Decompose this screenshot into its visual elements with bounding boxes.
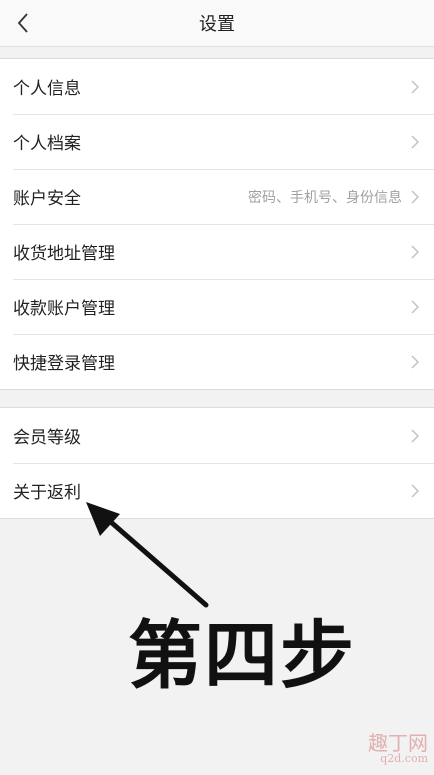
settings-group-account: 个人信息 个人档案 账户安全 密码、手机号、身份信息 收货地址管理 收款账户管理… bbox=[0, 58, 434, 390]
chevron-right-icon bbox=[411, 245, 420, 259]
annotation-step-label: 第四步 bbox=[128, 613, 356, 699]
nav-bar: 设置 bbox=[0, 0, 434, 47]
settings-item-quick-login[interactable]: 快捷登录管理 bbox=[0, 334, 434, 389]
watermark-name: 趣丁网 bbox=[368, 731, 428, 755]
settings-item-label: 个人信息 bbox=[13, 79, 81, 99]
chevron-right-icon bbox=[411, 300, 420, 314]
settings-item-personal-info[interactable]: 个人信息 bbox=[0, 59, 434, 114]
settings-group-misc: 会员等级 关于返利 bbox=[0, 407, 434, 519]
page-title: 设置 bbox=[199, 14, 235, 35]
settings-item-label: 收货地址管理 bbox=[13, 244, 115, 264]
chevron-right-icon bbox=[411, 484, 420, 498]
settings-item-label: 会员等级 bbox=[13, 428, 81, 448]
settings-item-label: 快捷登录管理 bbox=[13, 354, 115, 374]
chevron-right-icon bbox=[411, 429, 420, 443]
settings-item-label: 个人档案 bbox=[13, 134, 81, 154]
settings-item-hint: 密码、手机号、身份信息 bbox=[248, 189, 402, 206]
settings-item-payout-account[interactable]: 收款账户管理 bbox=[0, 279, 434, 334]
chevron-right-icon bbox=[411, 80, 420, 94]
settings-item-label: 收款账户管理 bbox=[13, 299, 115, 319]
settings-item-shipping-address[interactable]: 收货地址管理 bbox=[0, 224, 434, 279]
settings-item-about-fanli[interactable]: 关于返利 bbox=[0, 463, 434, 518]
chevron-right-icon bbox=[411, 135, 420, 149]
settings-item-label: 关于返利 bbox=[13, 483, 81, 503]
settings-item-label: 账户安全 bbox=[13, 189, 81, 209]
chevron-left-icon bbox=[17, 13, 28, 33]
settings-item-member-level[interactable]: 会员等级 bbox=[0, 408, 434, 463]
chevron-right-icon bbox=[411, 190, 420, 204]
watermark: 趣丁网 q2d.com bbox=[368, 733, 428, 765]
settings-item-account-security[interactable]: 账户安全 密码、手机号、身份信息 bbox=[0, 169, 434, 224]
chevron-right-icon bbox=[411, 355, 420, 369]
back-button[interactable] bbox=[6, 6, 40, 40]
settings-item-personal-profile[interactable]: 个人档案 bbox=[0, 114, 434, 169]
